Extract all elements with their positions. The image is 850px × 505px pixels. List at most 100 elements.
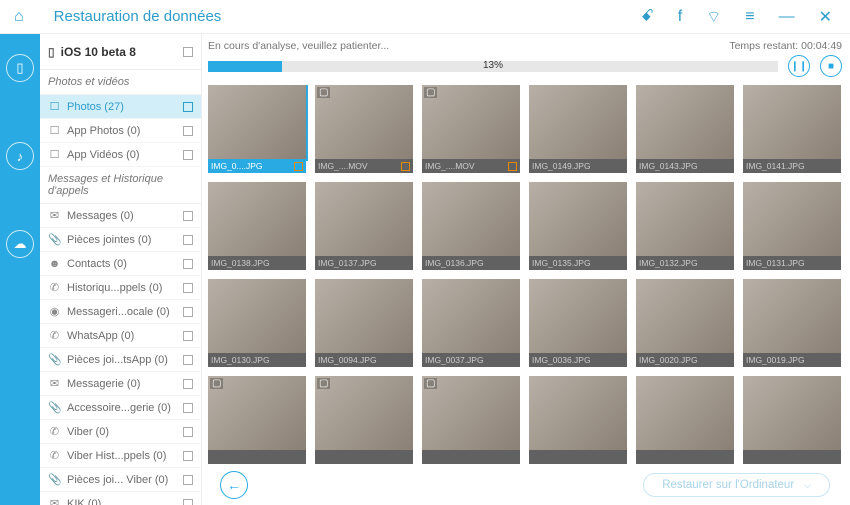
- sidebar-item[interactable]: ✆Viber (0): [40, 420, 201, 444]
- sidebar-item[interactable]: 📎Pièces joi...tsApp (0): [40, 348, 201, 372]
- sidebar-item[interactable]: ✆Viber Hist...ppels (0): [40, 444, 201, 468]
- thumbnail[interactable]: ▢: [208, 376, 306, 464]
- main-panel: En cours d'analyse, veuillez patienter..…: [202, 34, 850, 505]
- restore-button[interactable]: Restaurer sur l'Ordinateur ⌵: [643, 473, 830, 497]
- sidebar-item[interactable]: 📎Pièces joi... Viber (0): [40, 468, 201, 492]
- close-icon[interactable]: ✕: [819, 7, 832, 27]
- device-checkbox[interactable]: [183, 47, 193, 57]
- rail-device-icon[interactable]: ▯: [6, 54, 34, 82]
- sidebar-item[interactable]: ☐Photos (27): [40, 95, 201, 119]
- thumbnail[interactable]: [529, 376, 627, 464]
- item-checkbox[interactable]: [183, 331, 193, 341]
- item-icon: ✆: [48, 449, 61, 462]
- titlebar: ⌂ Restauration de données ꗃ f ⌔ ≡ — ✕: [0, 0, 850, 34]
- thumb-filename: IMG_0135.JPG: [532, 258, 624, 268]
- thumbnail[interactable]: [636, 376, 734, 464]
- sidebar-item[interactable]: ☐App Vidéos (0): [40, 143, 201, 167]
- item-checkbox[interactable]: [183, 259, 193, 269]
- item-label: Messagerie (0): [67, 378, 177, 390]
- item-checkbox[interactable]: [183, 235, 193, 245]
- item-checkbox[interactable]: [183, 126, 193, 136]
- thumbnail[interactable]: IMG_0019.JPG: [743, 279, 841, 367]
- facebook-icon[interactable]: f: [678, 8, 682, 26]
- thumb-filename: IMG_0....JPG: [211, 161, 294, 171]
- thumbnail[interactable]: [743, 376, 841, 464]
- sidebar-item[interactable]: ☻ Contacts (0): [40, 252, 201, 276]
- thumbnail[interactable]: ▢: [422, 376, 520, 464]
- left-rail: ▯ ♪ ☁: [0, 34, 40, 505]
- sidebar-item[interactable]: ☐App Photos (0): [40, 119, 201, 143]
- time-remaining: Temps restant: 00:04:49: [729, 40, 842, 52]
- thumb-marker-icon: [294, 162, 303, 171]
- item-icon: ☻: [48, 258, 61, 270]
- item-icon: ✉: [48, 209, 61, 222]
- back-button[interactable]: ←: [220, 471, 248, 499]
- thumbnail[interactable]: IMG_0036.JPG: [529, 279, 627, 367]
- item-checkbox[interactable]: [183, 475, 193, 485]
- chat-icon[interactable]: ⌔: [706, 7, 721, 27]
- item-checkbox[interactable]: [183, 283, 193, 293]
- item-checkbox[interactable]: [183, 150, 193, 160]
- item-label: Messageri...ocale (0): [67, 306, 177, 318]
- video-icon: ▢: [210, 378, 223, 389]
- thumbnail[interactable]: ▢IMG_....MOV: [422, 85, 520, 173]
- sidebar-item[interactable]: ◉Messageri...ocale (0): [40, 300, 201, 324]
- item-checkbox[interactable]: [183, 379, 193, 389]
- chevron-down-icon: ⌵: [804, 480, 811, 491]
- thumbnail[interactable]: IMG_0131.JPG: [743, 182, 841, 270]
- thumbnail[interactable]: IMG_0094.JPG: [315, 279, 413, 367]
- rail-cloud-icon[interactable]: ☁: [6, 230, 34, 258]
- progress-bar: 13%: [208, 61, 778, 72]
- thumbnail[interactable]: IMG_0132.JPG: [636, 182, 734, 270]
- item-label: App Vidéos (0): [67, 149, 177, 161]
- item-checkbox[interactable]: [183, 427, 193, 437]
- item-checkbox[interactable]: [183, 355, 193, 365]
- device-row[interactable]: ▯ iOS 10 beta 8: [40, 34, 201, 70]
- thumbnail[interactable]: IMG_0137.JPG: [315, 182, 413, 270]
- item-checkbox[interactable]: [183, 403, 193, 413]
- sidebar-item[interactable]: ✉KIK (0): [40, 492, 201, 505]
- thumbnail[interactable]: ▢IMG_....MOV: [315, 85, 413, 173]
- sidebar-item[interactable]: 📎Pièces jointes (0): [40, 228, 201, 252]
- item-icon: ☐: [48, 100, 61, 113]
- thumbnail[interactable]: IMG_0143.JPG: [636, 85, 734, 173]
- item-checkbox[interactable]: [183, 102, 193, 112]
- item-checkbox[interactable]: [183, 307, 193, 317]
- sidebar-item[interactable]: ✉Messagerie (0): [40, 372, 201, 396]
- thumbnail[interactable]: IMG_0138.JPG: [208, 182, 306, 270]
- thumbnail[interactable]: ▢: [315, 376, 413, 464]
- thumb-filename: IMG_0143.JPG: [639, 161, 731, 171]
- item-label: Pièces jointes (0): [67, 234, 177, 246]
- stop-button[interactable]: ■: [820, 55, 842, 77]
- minimize-icon[interactable]: —: [779, 8, 795, 26]
- home-icon[interactable]: ⌂: [14, 8, 24, 26]
- thumbnail[interactable]: IMG_0149.JPG: [529, 85, 627, 173]
- sidebar-item[interactable]: ✉ Messages (0): [40, 204, 201, 228]
- thumb-filename: IMG_0037.JPG: [425, 355, 517, 365]
- thumbnail[interactable]: IMG_0020.JPG: [636, 279, 734, 367]
- sidebar-item[interactable]: ✆WhatsApp (0): [40, 324, 201, 348]
- thumbnail[interactable]: IMG_0136.JPG: [422, 182, 520, 270]
- item-label: Messages (0): [67, 210, 177, 222]
- item-icon: ✆: [48, 329, 61, 342]
- thumbnail[interactable]: IMG_0135.JPG: [529, 182, 627, 270]
- sidebar-item[interactable]: 📎Accessoire...gerie (0): [40, 396, 201, 420]
- thumbnail[interactable]: IMG_0037.JPG: [422, 279, 520, 367]
- item-checkbox[interactable]: [183, 211, 193, 221]
- key-icon[interactable]: ꗃ: [641, 8, 654, 26]
- thumbnail[interactable]: IMG_0130.JPG: [208, 279, 306, 367]
- rail-music-icon[interactable]: ♪: [6, 142, 34, 170]
- thumb-filename: IMG_0020.JPG: [639, 355, 731, 365]
- item-checkbox[interactable]: [183, 499, 193, 505]
- item-checkbox[interactable]: [183, 451, 193, 461]
- thumbnail[interactable]: IMG_0141.JPG: [743, 85, 841, 173]
- menu-icon[interactable]: ≡: [745, 8, 754, 26]
- thumbnail[interactable]: IMG_0....JPG: [208, 85, 306, 173]
- item-icon: 📎: [48, 353, 61, 366]
- progress-percent: 13%: [483, 60, 503, 71]
- pause-button[interactable]: ❙❙: [788, 55, 810, 77]
- thumb-filename: IMG_0138.JPG: [211, 258, 303, 268]
- item-label: Pièces joi... Viber (0): [67, 474, 177, 486]
- item-label: Contacts (0): [67, 258, 177, 270]
- sidebar-item[interactable]: ✆Historiqu...ppels (0): [40, 276, 201, 300]
